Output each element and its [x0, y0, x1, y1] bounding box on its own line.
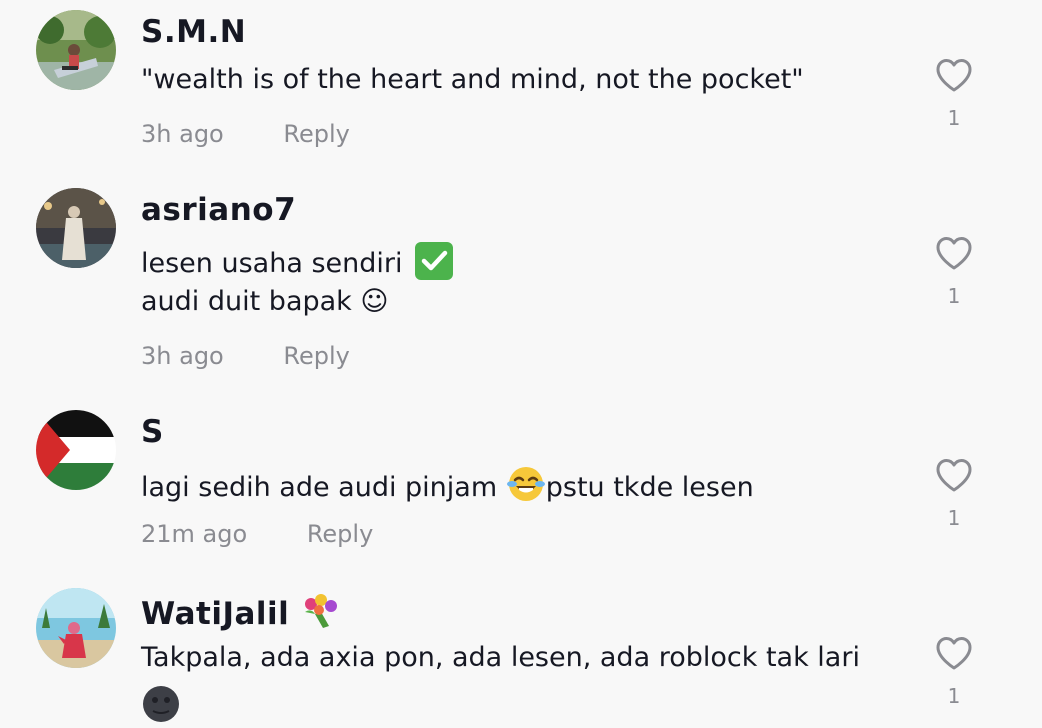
comment-text: lesen usaha sendiri — [141, 242, 454, 280]
comment-text: Takpala, ada axia pon, ada lesen, ada ro… — [141, 642, 860, 673]
username[interactable]: S.M.N — [141, 14, 246, 50]
heart-icon[interactable] — [935, 236, 973, 272]
comment-text: lagi sedih ade audi pinjam pstu tkde les… — [141, 464, 754, 511]
comment-time: 21m ago — [141, 520, 248, 548]
comment-text-line: lesen usaha sendiri — [141, 248, 403, 279]
comment-time: 3h ago — [141, 120, 224, 148]
like-count: 1 — [947, 684, 961, 708]
comment-text: "wealth is of the heart and mind, not th… — [141, 64, 804, 95]
comment-text-line: pstu tkde lesen — [545, 472, 754, 503]
username[interactable]: WatiJalil — [141, 592, 341, 638]
username[interactable]: S — [141, 414, 164, 450]
tears-of-joy-emoji — [506, 464, 546, 511]
beach-photo-avatar[interactable] — [36, 588, 116, 668]
garden-photo-avatar[interactable] — [36, 10, 116, 90]
like-count: 1 — [947, 284, 961, 308]
like-button[interactable]: 1 — [934, 58, 974, 130]
username-text: WatiJalil — [141, 596, 290, 632]
new-moon-face-emoji — [141, 684, 181, 728]
heart-icon[interactable] — [935, 58, 973, 94]
person-photo-avatar[interactable] — [36, 188, 116, 268]
palestine-flag-avatar[interactable] — [36, 410, 116, 490]
heart-icon[interactable] — [935, 636, 973, 672]
reply-button[interactable]: Reply — [307, 520, 373, 548]
comment-text-line: lagi sedih ade audi pinjam — [141, 472, 506, 503]
comment-meta: 21m ago Reply — [141, 520, 373, 548]
username[interactable]: asriano7 — [141, 192, 296, 228]
reply-button[interactable]: Reply — [283, 342, 349, 370]
like-button[interactable]: 1 — [934, 636, 974, 708]
like-button[interactable]: 1 — [934, 458, 974, 530]
comment-meta: 3h ago Reply — [141, 342, 350, 370]
like-button[interactable]: 1 — [934, 236, 974, 308]
comment-time: 3h ago — [141, 342, 224, 370]
like-count: 1 — [947, 106, 961, 130]
check-mark-emoji — [415, 242, 454, 280]
like-count: 1 — [947, 506, 961, 530]
heart-icon[interactable] — [935, 458, 973, 494]
comment-text-line-2: audi duit bapak ☺ — [141, 286, 389, 317]
reply-button[interactable]: Reply — [283, 120, 349, 148]
comment-meta: 3h ago Reply — [141, 120, 350, 148]
bouquet-emoji — [301, 592, 341, 638]
